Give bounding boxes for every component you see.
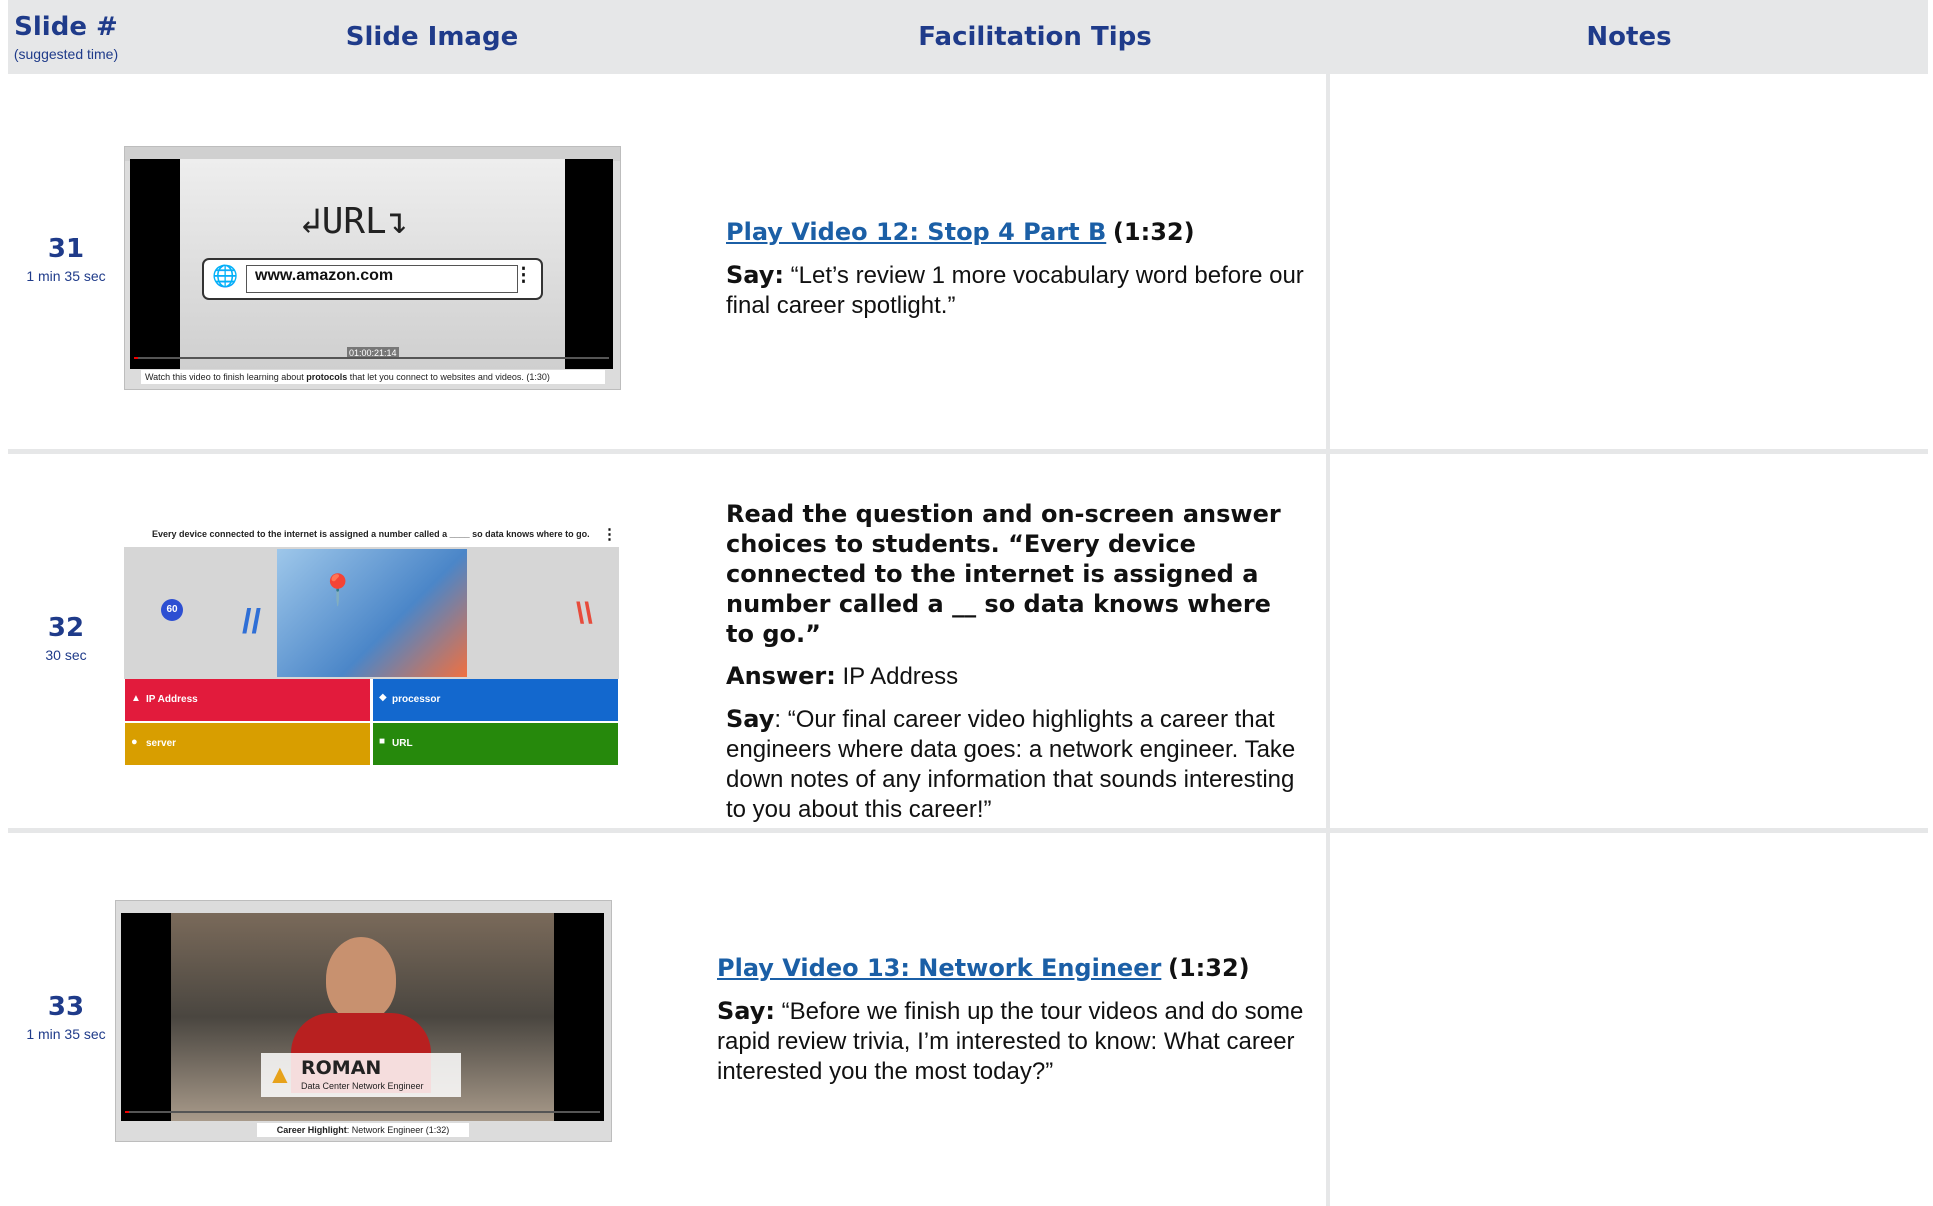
decorative-slash-icon: // [242, 603, 261, 641]
facilitation-tips-32: Read the question and on-screen answer c… [726, 499, 1306, 837]
url-heading-text: URL [321, 201, 387, 242]
video-duration: (1:32) [1112, 218, 1195, 246]
slide-thumbnail-33[interactable]: ▲ ROMAN Data Center Network Engineer Car… [115, 900, 612, 1142]
facilitation-tips-33: Play Video 13: Network Engineer (1:32) S… [717, 953, 1307, 1099]
read-question-instruction: Read the question and on-screen answer c… [726, 500, 1281, 648]
decorative-slash-icon: \\ [576, 597, 593, 630]
question-image: 📍 [277, 549, 467, 677]
column-divider [1326, 74, 1330, 1206]
presenter-face [326, 937, 396, 1021]
address-bar: 🌐 www.amazon.com ⋮ [202, 258, 543, 300]
say-line: Say: “Before we finish up the tour video… [717, 996, 1307, 1087]
video-progress-bar[interactable] [134, 357, 609, 359]
question-text: Every device connected to the internet i… [152, 529, 590, 539]
header-slide-image-title: Slide Image [345, 22, 519, 52]
right-arrow-icon: ↴ [386, 201, 409, 242]
header-notes-title: Notes [1586, 22, 1672, 52]
caption-bold: protocols [306, 372, 348, 382]
answer-line: Answer: IP Address [726, 661, 1306, 692]
slide-number-31: 31 1 min 35 sec [8, 234, 124, 284]
video-content: ▲ ROMAN Data Center Network Engineer [171, 913, 554, 1121]
amazon-triangle-logo: ▲ [267, 1059, 293, 1089]
video-line: Play Video 13: Network Engineer (1:32) [717, 953, 1307, 984]
caption-text-end: that let you connect to websites and vid… [347, 372, 550, 382]
header-slide-image: Slide Image [124, 0, 740, 74]
countdown-timer: 60 [161, 599, 183, 621]
video-frame: ▲ ROMAN Data Center Network Engineer [121, 913, 604, 1121]
caption-text: : Network Engineer (1:32) [346, 1125, 450, 1135]
answer-label: processor [392, 694, 441, 705]
video-content: ↲URL↴ 🌐 www.amazon.com ⋮ 01:00:21:14 [180, 159, 565, 369]
url-heading: ↲URL↴ [300, 201, 408, 242]
video-progress-bar[interactable] [125, 1111, 600, 1113]
triangle-icon: ▲ [131, 693, 141, 704]
question-media-area: 📍 60 // \\ [124, 547, 619, 679]
slide-number-32: 32 30 sec [8, 613, 124, 663]
answer-text: IP Address [835, 663, 959, 690]
header-notes: Notes [1330, 0, 1928, 74]
facilitation-tips-31: Play Video 12: Stop 4 Part B (1:32) Say:… [726, 217, 1306, 333]
header-slide-number-title: Slide # [14, 12, 118, 42]
answer-label: IP Address [146, 694, 198, 705]
slide-thumbnail-31[interactable]: ↲URL↴ 🌐 www.amazon.com ⋮ 01:00:21:14 Wat… [124, 146, 621, 390]
slide-number: 32 [47, 613, 85, 643]
row-divider [8, 449, 1928, 454]
say-line: Say: “Let’s review 1 more vocabulary wor… [726, 260, 1306, 321]
slide-number: 31 [47, 234, 85, 264]
header-facilitation-tips: Facilitation Tips [740, 0, 1330, 74]
presenter-name: ROMAN [301, 1057, 382, 1079]
answer-option-2[interactable]: ◆ processor [373, 679, 618, 721]
slide-caption: Career Highlight: Network Engineer (1:32… [257, 1123, 469, 1137]
slide-number: 33 [47, 992, 85, 1022]
video-duration: (1:32) [1168, 954, 1250, 982]
video-frame: ↲URL↴ 🌐 www.amazon.com ⋮ 01:00:21:14 [130, 159, 613, 369]
answer-option-1[interactable]: ▲ IP Address [125, 679, 370, 721]
slide-caption: Watch this video to finish learning abou… [141, 370, 605, 384]
say-text: : “Our final career video highlights a c… [726, 706, 1296, 823]
presenter-role: Data Center Network Engineer [301, 1081, 424, 1091]
answer-label: URL [392, 738, 413, 749]
header-slide-number-subtitle: (suggested time) [13, 46, 119, 62]
say-label: Say [726, 705, 775, 733]
say-text: “Before we finish up the tour videos and… [717, 998, 1304, 1085]
play-video-13-link[interactable]: Play Video 13: Network Engineer [717, 954, 1161, 982]
address-text: www.amazon.com [255, 267, 394, 284]
answer-option-3[interactable]: ● server [125, 723, 370, 765]
answer-label: server [146, 738, 177, 749]
slide-number-33: 33 1 min 35 sec [8, 992, 124, 1042]
say-text: “Let’s review 1 more vocabulary word bef… [726, 262, 1304, 319]
more-vert-icon: ⋮ [514, 265, 533, 286]
answer-option-4[interactable]: ■ URL [373, 723, 618, 765]
more-vert-icon: ⋮ [602, 526, 617, 543]
slide-time: 30 sec [45, 647, 87, 663]
square-icon: ■ [379, 736, 386, 747]
slide-thumbnail-32[interactable]: Every device connected to the internet i… [124, 523, 619, 766]
say-line: Say: “Our final career video highlights … [726, 704, 1306, 825]
name-lower-third: ▲ ROMAN Data Center Network Engineer [261, 1053, 461, 1097]
say-label: Say: [726, 261, 784, 289]
header-facilitation-tips-title: Facilitation Tips [918, 22, 1152, 52]
slide-time: 1 min 35 sec [26, 1026, 106, 1042]
left-arrow-icon: ↲ [300, 201, 322, 242]
say-label: Say: [717, 997, 775, 1025]
video-line: Play Video 12: Stop 4 Part B (1:32) [726, 217, 1306, 248]
map-pin-icon: 📍 [319, 574, 357, 607]
caption-bold: Career Highlight [276, 1125, 347, 1135]
question-bar: Every device connected to the internet i… [124, 523, 619, 547]
caption-text: Watch this video to finish learning abou… [145, 372, 307, 382]
slide-time: 1 min 35 sec [26, 268, 106, 284]
table-header: Slide # (suggested time) Slide Image Fac… [8, 0, 1928, 74]
header-slide-number: Slide # (suggested time) [8, 0, 124, 74]
video-progress-fill [134, 357, 138, 359]
video-progress-fill [125, 1111, 129, 1113]
diamond-icon: ◆ [379, 692, 387, 703]
answer-label: Answer: [726, 662, 836, 690]
circle-icon: ● [131, 736, 138, 748]
globe-icon: 🌐 [212, 265, 239, 288]
play-video-12-link[interactable]: Play Video 12: Stop 4 Part B [726, 218, 1106, 246]
